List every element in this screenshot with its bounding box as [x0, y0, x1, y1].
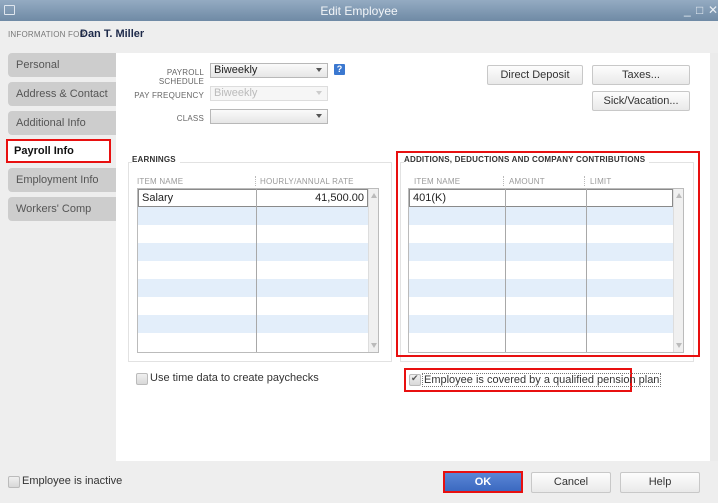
table-row[interactable] — [138, 261, 368, 279]
scroll-up-icon[interactable] — [676, 193, 682, 198]
table-row[interactable] — [409, 297, 673, 315]
use-time-data-checkbox[interactable] — [136, 373, 148, 385]
additions-col-amount: AMOUNT — [509, 177, 545, 186]
payroll-schedule-select[interactable]: Biweekly — [210, 63, 328, 78]
earnings-col-rate: HOURLY/ANNUAL RATE — [260, 177, 354, 186]
column-separator[interactable] — [584, 176, 585, 186]
class-select[interactable] — [210, 109, 328, 124]
table-row[interactable] — [138, 243, 368, 261]
additions-amount-cell[interactable] — [506, 190, 587, 208]
additions-table: 401(K) — [408, 188, 684, 353]
pension-plan-label[interactable]: Employee is covered by a qualified pensi… — [422, 373, 662, 387]
employee-name: Dan T. Miller — [80, 28, 145, 40]
table-row[interactable] — [138, 207, 368, 225]
pay-frequency-label: PAY FREQUENCY — [134, 91, 204, 100]
table-row[interactable] — [409, 279, 673, 297]
additions-limit-cell[interactable] — [587, 190, 673, 208]
direct-deposit-button[interactable]: Direct Deposit — [487, 65, 583, 85]
scroll-up-icon[interactable] — [371, 193, 377, 198]
table-row[interactable] — [138, 279, 368, 297]
title-bar: Edit Employee _ □ ✕ — [0, 0, 718, 21]
table-row[interactable] — [138, 333, 368, 351]
table-row[interactable] — [409, 243, 673, 261]
additions-col-item-name: ITEM NAME — [414, 177, 461, 186]
panel-edge — [710, 53, 718, 461]
column-separator[interactable] — [503, 176, 504, 186]
cancel-button[interactable]: Cancel — [531, 472, 611, 493]
tab-workers-comp[interactable]: Workers' Comp — [8, 197, 116, 221]
table-row[interactable] — [409, 333, 673, 351]
taxes-button[interactable]: Taxes... — [592, 65, 690, 85]
tab-employment-info[interactable]: Employment Info — [8, 168, 116, 192]
column-separator[interactable] — [255, 176, 256, 186]
earnings-item-cell[interactable]: Salary — [139, 190, 257, 208]
additions-title: ADDITIONS, DEDUCTIONS AND COMPANY CONTRI… — [404, 155, 650, 164]
sick-vacation-button[interactable]: Sick/Vacation... — [592, 91, 690, 111]
tab-additional-info[interactable]: Additional Info — [8, 111, 116, 135]
earnings-rate-cell[interactable]: 41,500.00 — [257, 190, 367, 208]
payroll-schedule-value: Biweekly — [214, 64, 258, 76]
table-row[interactable] — [409, 207, 673, 225]
chevron-down-icon — [316, 91, 322, 95]
earnings-col-item-name: ITEM NAME — [137, 177, 184, 186]
info-for-label: INFORMATION FOR — [8, 30, 86, 39]
maximize-icon[interactable]: □ — [696, 3, 703, 17]
minimize-icon[interactable]: _ — [684, 3, 691, 17]
tab-personal[interactable]: Personal — [8, 53, 116, 77]
scroll-down-icon[interactable] — [371, 343, 377, 348]
table-row[interactable] — [138, 315, 368, 333]
tab-payroll-info[interactable]: Payroll Info — [6, 139, 111, 163]
additions-item-cell[interactable]: 401(K) — [410, 190, 506, 208]
table-row[interactable] — [409, 315, 673, 333]
table-row[interactable] — [138, 225, 368, 243]
employee-inactive-label[interactable]: Employee is inactive — [22, 475, 122, 487]
payroll-schedule-label: PAYROLL SCHEDULE — [158, 68, 204, 86]
table-row[interactable] — [138, 297, 368, 315]
ok-button[interactable]: OK — [443, 471, 523, 493]
additions-scrollbar[interactable] — [673, 189, 683, 352]
earnings-scrollbar[interactable] — [368, 189, 378, 352]
class-label: CLASS — [176, 114, 204, 123]
pension-plan-checkbox[interactable] — [409, 373, 421, 386]
chevron-down-icon — [316, 114, 322, 118]
earnings-table: Salary 41,500.00 — [137, 188, 379, 353]
close-icon[interactable]: ✕ — [708, 3, 718, 17]
employee-inactive-checkbox[interactable] — [8, 476, 20, 488]
tab-address-contact[interactable]: Address & Contact — [8, 82, 116, 106]
use-time-data-label[interactable]: Use time data to create paychecks — [150, 372, 319, 384]
pay-frequency-select: Biweekly — [210, 86, 328, 101]
column-divider — [505, 189, 506, 352]
earnings-title: EARNINGS — [132, 155, 180, 164]
help-icon[interactable]: ? — [334, 64, 345, 75]
additions-col-limit: LIMIT — [590, 177, 612, 186]
column-divider — [586, 189, 587, 352]
scroll-down-icon[interactable] — [676, 343, 682, 348]
window-title: Edit Employee — [320, 4, 398, 18]
table-row[interactable]: Salary 41,500.00 — [138, 189, 368, 207]
table-row[interactable] — [409, 225, 673, 243]
pay-frequency-value: Biweekly — [214, 87, 258, 99]
column-divider — [256, 189, 257, 352]
table-row[interactable] — [409, 261, 673, 279]
table-row[interactable]: 401(K) — [409, 189, 673, 207]
help-button[interactable]: Help — [620, 472, 700, 493]
chevron-down-icon — [316, 68, 322, 72]
